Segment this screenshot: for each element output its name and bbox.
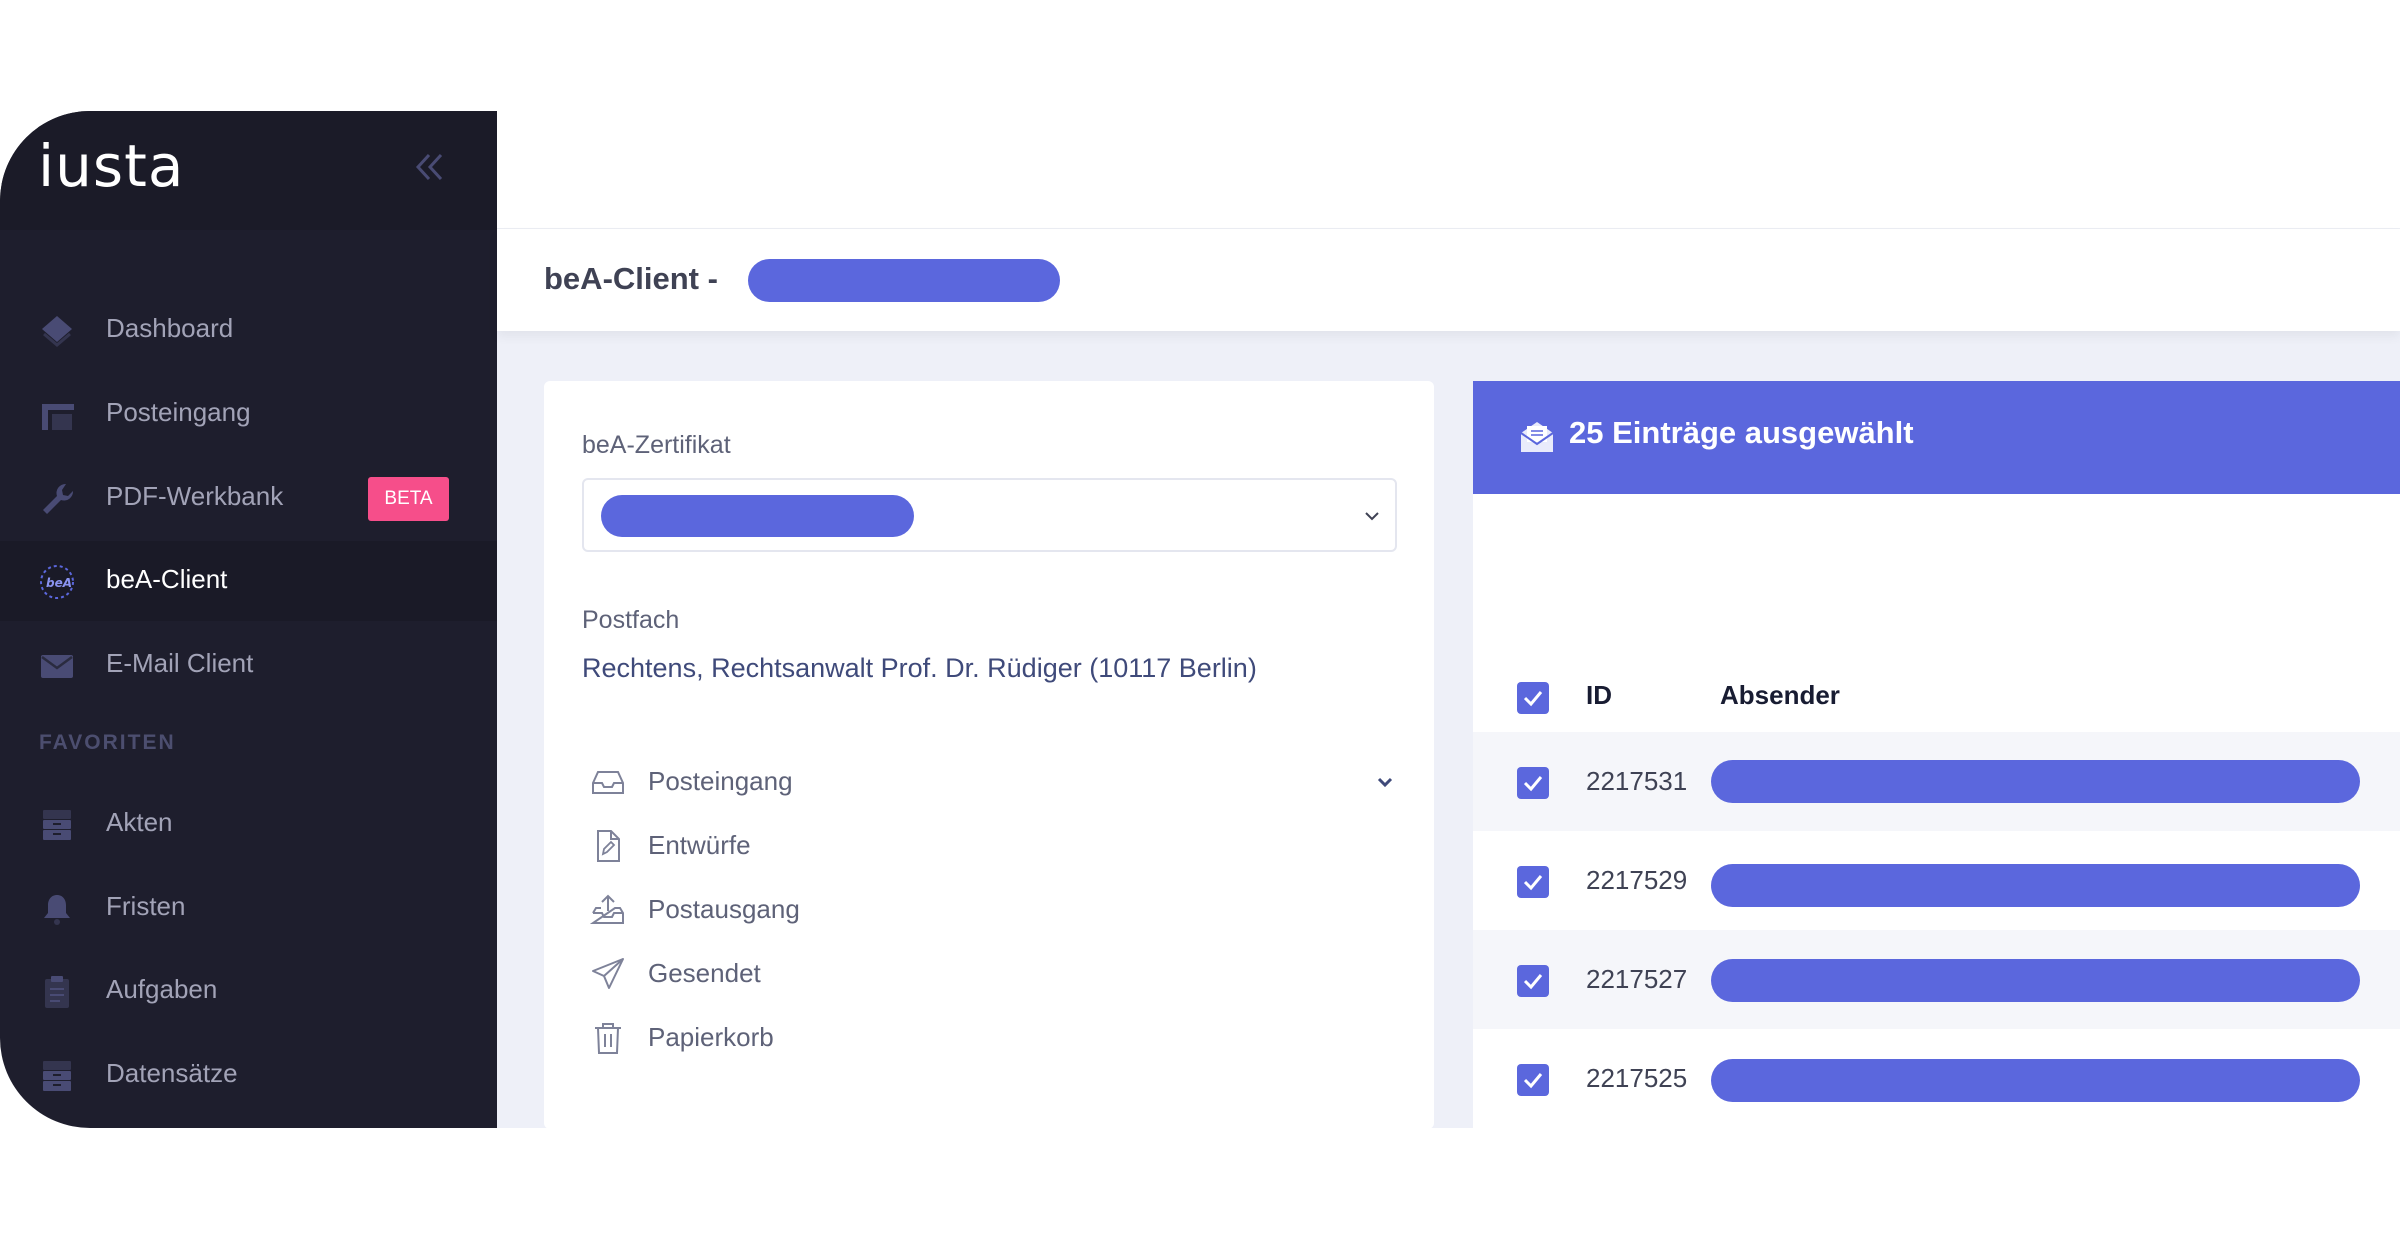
folder-label: Gesendet bbox=[648, 958, 761, 988]
app-window: iusta Dashboard Posteingang PDF-Werkbank… bbox=[0, 111, 2400, 1128]
row-checkbox[interactable] bbox=[1517, 767, 1549, 799]
postfach-value: Rechtens, Rechtsanwalt Prof. Dr. Rüdiger… bbox=[582, 653, 1257, 683]
mailbox-panel: beA-Zertifikat Postfach Rechtens, Rechts… bbox=[544, 381, 1434, 1128]
sidebar-item-label: Posteingang bbox=[106, 397, 251, 427]
redacted-certificate-value bbox=[601, 495, 914, 537]
sidebar-item-aufgaben[interactable]: Aufgaben bbox=[0, 951, 497, 1031]
collapse-sidebar-icon[interactable] bbox=[410, 147, 450, 187]
row-checkbox[interactable] bbox=[1517, 866, 1549, 898]
chevron-down-icon[interactable] bbox=[1373, 770, 1397, 794]
sidebar-item-label: Akten bbox=[106, 807, 173, 837]
sidebar-item-fristen[interactable]: Fristen bbox=[0, 868, 497, 948]
outbox-icon bbox=[590, 894, 624, 924]
redacted-sender bbox=[1711, 760, 2360, 803]
selection-header: 25 Einträge ausgewählt bbox=[1473, 381, 2400, 494]
redacted-sender bbox=[1711, 1059, 2360, 1102]
redacted-sender bbox=[1711, 959, 2360, 1002]
trash-icon bbox=[595, 1023, 621, 1054]
sidebar-item-posteingang[interactable]: Posteingang bbox=[0, 374, 497, 454]
sidebar-item-label: Fristen bbox=[106, 891, 186, 921]
envelope-icon bbox=[41, 655, 73, 678]
folder-gesendet[interactable]: Gesendet bbox=[582, 948, 1397, 1004]
open-mail-icon bbox=[1520, 422, 1554, 452]
subheader: beA-Client - bbox=[497, 229, 2400, 331]
cabinet-icon bbox=[43, 810, 71, 840]
sidebar-item-email-client[interactable]: E-Mail Client bbox=[0, 625, 497, 705]
redacted-mailbox-name bbox=[748, 259, 1060, 302]
sidebar-brand: iusta bbox=[0, 111, 497, 230]
bell-icon bbox=[44, 895, 70, 925]
table-row[interactable]: 2217525 bbox=[1473, 1029, 2400, 1128]
top-bar bbox=[497, 111, 2400, 229]
sidebar-item-bea-client[interactable]: beA beA-Client bbox=[0, 541, 497, 621]
selection-count-title: 25 Einträge ausgewählt bbox=[1569, 415, 1914, 450]
favorites-section-title: FAVORITEN bbox=[39, 731, 176, 754]
table-row[interactable]: 2217527 bbox=[1473, 930, 2400, 1029]
wrench-icon bbox=[43, 483, 74, 514]
certificate-label: beA-Zertifikat bbox=[582, 431, 731, 459]
layers-icon bbox=[42, 316, 72, 347]
sidebar-item-label: E-Mail Client bbox=[106, 648, 254, 678]
sidebar-item-akten[interactable]: Akten bbox=[0, 784, 497, 864]
folder-label: Posteingang bbox=[648, 766, 793, 796]
certificate-select[interactable] bbox=[582, 478, 1397, 552]
main-content: beA-Client - beA-Zertifikat Postfach Rec… bbox=[497, 111, 2400, 1128]
table-row[interactable]: 2217529 bbox=[1473, 831, 2400, 930]
svg-text:beA: beA bbox=[46, 576, 72, 590]
sidebar-item-label: PDF-Werkbank bbox=[106, 481, 284, 511]
column-header-id[interactable]: ID bbox=[1586, 680, 1612, 711]
folder-label: Entwürfe bbox=[648, 830, 751, 860]
sidebar-item-dashboard[interactable]: Dashboard bbox=[0, 290, 497, 370]
row-checkbox[interactable] bbox=[1517, 965, 1549, 997]
message-id: 2217525 bbox=[1586, 1063, 1688, 1093]
sidebar-item-label: beA-Client bbox=[106, 564, 228, 594]
draft-file-icon bbox=[597, 830, 620, 862]
bea-logo-icon: beA bbox=[40, 565, 74, 599]
inbox-icon bbox=[592, 771, 624, 794]
inbox-tray-icon bbox=[42, 404, 74, 430]
beta-badge: BETA bbox=[368, 477, 449, 521]
paper-plane-icon bbox=[592, 958, 624, 989]
sidebar: iusta Dashboard Posteingang PDF-Werkbank… bbox=[0, 111, 497, 1128]
folder-postausgang[interactable]: Postausgang bbox=[582, 884, 1397, 940]
sidebar-item-label: Dashboard bbox=[106, 313, 234, 343]
folder-posteingang[interactable]: Posteingang bbox=[582, 756, 1397, 812]
folder-label: Papierkorb bbox=[648, 1022, 774, 1052]
message-list-panel: 25 Einträge ausgewählt ID Absender 22175… bbox=[1473, 381, 2400, 1128]
redacted-sender bbox=[1711, 864, 2360, 907]
row-checkbox[interactable] bbox=[1517, 1064, 1549, 1096]
sidebar-item-datensaetze[interactable]: Datensätze bbox=[0, 1035, 497, 1115]
clipboard-icon bbox=[45, 976, 69, 1008]
cabinet-icon bbox=[43, 1061, 71, 1091]
page-title: beA-Client - bbox=[544, 261, 718, 296]
message-id: 2217529 bbox=[1586, 865, 1688, 895]
table-row[interactable]: 2217531 bbox=[1473, 732, 2400, 831]
select-all-checkbox[interactable] bbox=[1517, 682, 1549, 714]
sidebar-item-label: Aufgaben bbox=[106, 974, 218, 1004]
column-header-sender[interactable]: Absender bbox=[1720, 680, 1840, 711]
sidebar-item-label: Datensätze bbox=[106, 1058, 238, 1088]
folder-papierkorb[interactable]: Papierkorb bbox=[582, 1012, 1397, 1068]
app-logo[interactable]: iusta bbox=[38, 132, 184, 200]
chevron-down-icon bbox=[1365, 512, 1379, 521]
message-id: 2217531 bbox=[1586, 766, 1688, 796]
folder-entwuerfe[interactable]: Entwürfe bbox=[582, 820, 1397, 876]
message-id: 2217527 bbox=[1586, 964, 1688, 994]
sidebar-item-pdf-werkbank[interactable]: PDF-Werkbank BETA bbox=[0, 458, 497, 538]
folder-label: Postausgang bbox=[648, 894, 800, 924]
postfach-label: Postfach bbox=[582, 606, 680, 634]
